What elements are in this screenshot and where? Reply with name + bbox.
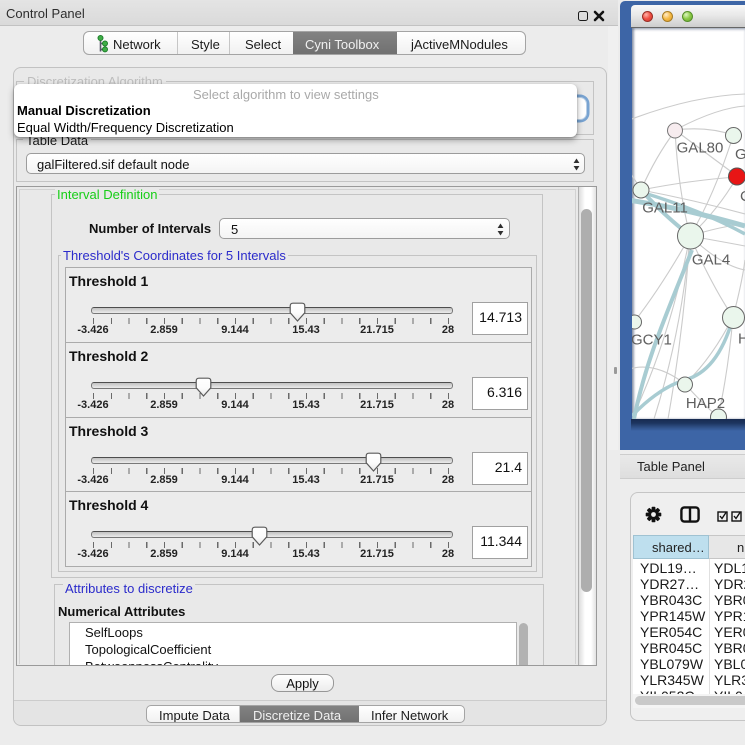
svg-text:CY: CY bbox=[740, 188, 745, 205]
svg-text:GAL80: GAL80 bbox=[677, 140, 724, 157]
svg-text:HA: HA bbox=[738, 331, 745, 348]
svg-text:HAP2: HAP2 bbox=[686, 395, 725, 412]
svg-text:GA: GA bbox=[735, 146, 745, 163]
svg-text:GAL4: GAL4 bbox=[692, 252, 730, 269]
svg-text:GCY1: GCY1 bbox=[632, 332, 672, 349]
svg-text:GAL11: GAL11 bbox=[642, 200, 688, 217]
